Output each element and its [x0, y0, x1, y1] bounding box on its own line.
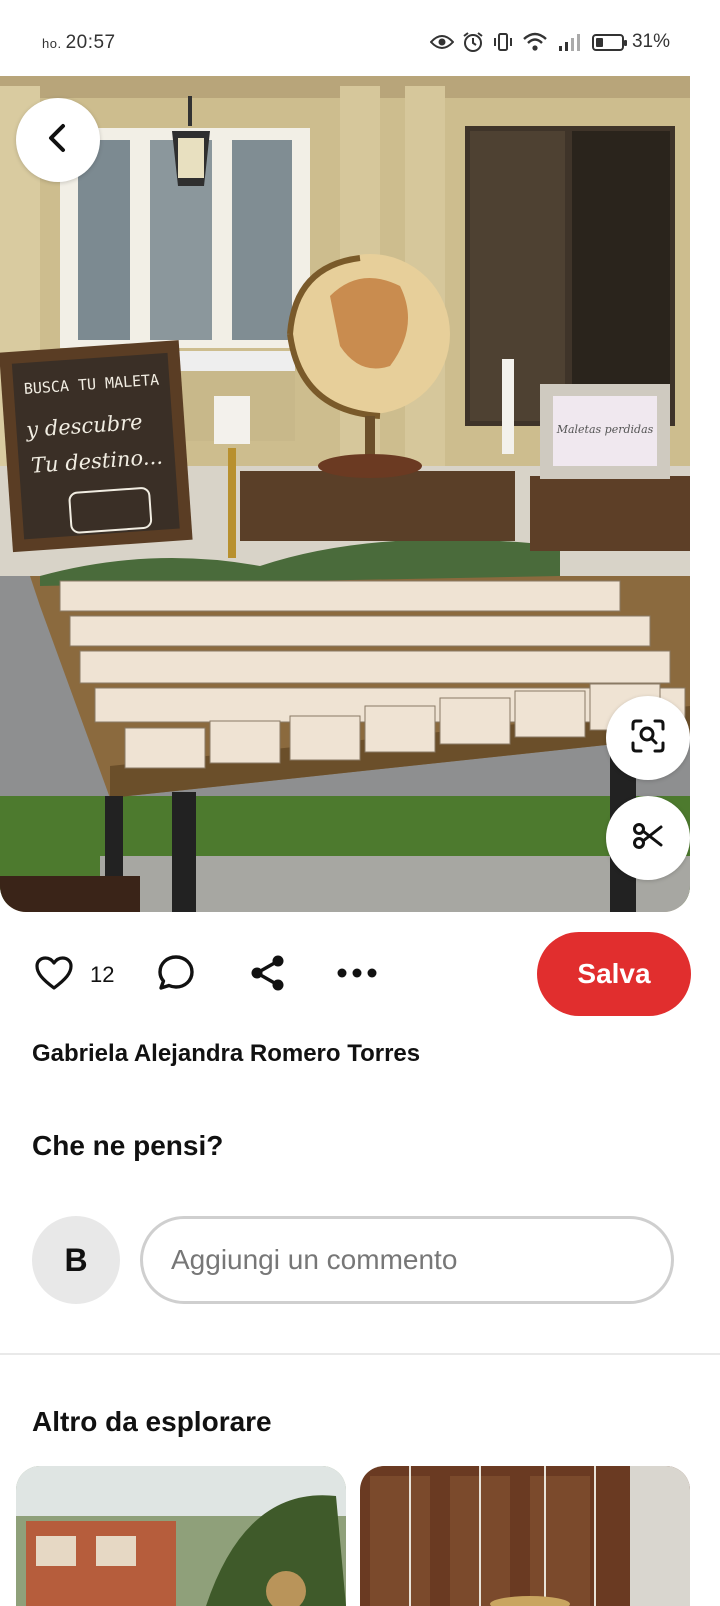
author-name[interactable]: Gabriela Alejandra Romero Torres	[32, 1040, 420, 1068]
status-icons: 31%	[429, 31, 670, 53]
pin-image[interactable]: BUSCA TU MALETA y descubre Tu destino...…	[0, 76, 690, 912]
frame-text: Maletas perdidas	[556, 423, 654, 436]
visual-search-icon	[630, 718, 666, 759]
scissors-button[interactable]	[606, 796, 690, 880]
avatar[interactable]: B	[32, 1216, 120, 1304]
battery-percent: 31%	[631, 31, 670, 52]
explore-heading: Altro da esplorare	[32, 1406, 272, 1437]
wifi-icon	[522, 31, 548, 53]
more-icon[interactable]	[335, 951, 379, 995]
share-icon[interactable]	[246, 951, 290, 995]
back-button[interactable]	[16, 98, 100, 182]
scissors-icon	[632, 820, 664, 857]
status-bar: ho. 20:57 31%	[0, 0, 720, 76]
status-time-prefix: ho.	[42, 36, 62, 51]
pin-photo: BUSCA TU MALETA y descubre Tu destino...…	[0, 76, 690, 912]
alarm-icon	[462, 31, 484, 53]
heart-icon[interactable]	[32, 951, 76, 995]
divider	[0, 1353, 720, 1355]
battery-icon	[591, 33, 627, 51]
status-time-value: 20:57	[65, 32, 116, 53]
status-time: ho. 20:57	[42, 32, 116, 54]
visual-search-button[interactable]	[606, 696, 690, 780]
explore-pin-1-image	[16, 1466, 346, 1606]
pin-actions: 12 Salva	[0, 930, 720, 1016]
save-button[interactable]: Salva	[537, 932, 691, 1016]
like-count: 12	[90, 962, 115, 987]
explore-pin-1[interactable]	[16, 1466, 346, 1606]
back-icon	[42, 122, 74, 159]
comments-heading: Che ne pensi?	[32, 1130, 224, 1161]
eye-icon	[429, 34, 454, 50]
vibrate-icon	[492, 31, 514, 53]
signal-icon	[556, 32, 584, 52]
explore-pin-2[interactable]	[360, 1466, 690, 1606]
comment-icon[interactable]	[154, 951, 198, 995]
comment-input[interactable]	[140, 1216, 674, 1304]
explore-pin-2-image	[360, 1466, 690, 1606]
